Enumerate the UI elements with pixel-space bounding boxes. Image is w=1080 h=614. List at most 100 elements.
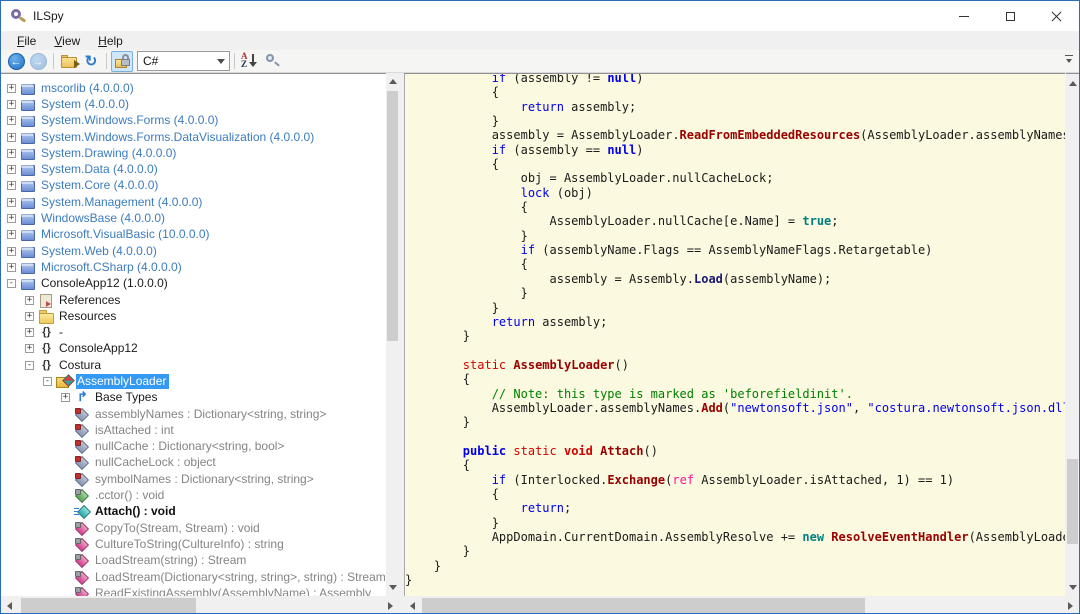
toolbar-overflow-button[interactable] [1063,53,1075,69]
tree-item[interactable]: -{}Costura [1,357,386,373]
tree-item-label: AssemblyLoader [76,374,169,389]
scroll-right-arrow[interactable] [1062,596,1079,614]
open-button[interactable] [58,51,80,72]
expander-toggle[interactable]: + [7,149,16,158]
menu-item-help[interactable]: Help [89,32,132,50]
tree-item-label: assemblyNames : Dictionary<string, strin… [94,407,329,422]
tree-item[interactable]: +References [1,292,386,308]
scroll-down-arrow[interactable] [386,579,399,596]
tree-item[interactable]: +↱Base Types [1,390,386,406]
tree-item[interactable]: +Microsoft.VisualBasic (10.0.0.0) [1,227,386,243]
code-line: } [405,329,1065,343]
tree-item[interactable]: - AssemblyLoader [1,373,386,389]
visibility-toggle-button[interactable] [111,51,133,72]
code-vscroll-thumb[interactable] [1067,459,1078,544]
tree-item[interactable]: .cctor() : void [1,487,386,503]
scroll-down-arrow[interactable] [1066,579,1079,596]
tree-item[interactable]: +System.Data (4.0.0.0) [1,161,386,177]
scroll-up-arrow[interactable] [1066,75,1079,92]
tree-item[interactable]: +Microsoft.CSharp (4.0.0.0) [1,259,386,275]
tree-item[interactable]: +WindowsBase (4.0.0.0) [1,210,386,226]
scroll-left-arrow[interactable] [1,596,18,614]
expander-toggle[interactable]: + [7,84,16,93]
assembly-icon [20,81,37,96]
toolbar-separator [234,53,235,69]
scroll-left-arrow[interactable] [404,596,421,614]
tree-item[interactable]: +System.Windows.Forms (4.0.0.0) [1,113,386,129]
tree-item[interactable]: symbolNames : Dictionary<string, string> [1,471,386,487]
method-icon [74,537,91,552]
code-horizontal-scrollbar[interactable] [404,596,1079,614]
menu-item-view[interactable]: View [45,32,89,50]
tree-hscroll-thumb[interactable] [21,598,196,613]
expander-toggle[interactable]: - [43,377,52,386]
tree-item[interactable]: LoadStream(Dictionary<string, string>, s… [1,569,386,585]
forward-button[interactable]: → [27,51,49,72]
menu-item-file[interactable]: File [8,32,45,50]
tree-item[interactable]: assemblyNames : Dictionary<string, strin… [1,406,386,422]
expander-toggle[interactable]: + [25,312,34,321]
expander-toggle[interactable]: + [25,328,34,337]
tree-horizontal-scrollbar[interactable] [1,596,399,614]
tree-item[interactable]: LoadStream(string) : Stream [1,553,386,569]
expander-toggle[interactable]: + [7,181,16,190]
tree-item[interactable]: nullCacheLock : object [1,455,386,471]
search-icon [264,53,280,69]
expander-toggle[interactable]: + [7,165,16,174]
tree-item-label: .cctor() : void [94,488,167,503]
expander-toggle[interactable]: + [7,247,16,256]
method-icon [74,553,91,568]
assembly-tree[interactable]: +mscorlib (4.0.0.0)+System (4.0.0.0)+Sys… [1,73,386,596]
code-line: } [405,573,1065,587]
tree-item[interactable]: nullCache : Dictionary<string, bool> [1,439,386,455]
tree-item[interactable]: +{}ConsoleApp12 [1,341,386,357]
expander-toggle[interactable]: - [7,279,16,288]
expander-toggle[interactable]: - [25,361,34,370]
tree-item[interactable]: CopyTo(Stream, Stream) : void [1,520,386,536]
expander-toggle[interactable]: + [25,344,34,353]
tree-item[interactable]: isAttached : int [1,422,386,438]
tree-item[interactable]: +mscorlib (4.0.0.0) [1,80,386,96]
expander-toggle[interactable]: + [7,263,16,272]
minimize-button[interactable] [941,1,987,31]
tree-item[interactable]: + Resources [1,308,386,324]
scroll-right-arrow[interactable] [382,596,399,614]
tree-item[interactable]: ReadExistingAssembly(AssemblyName) : Ass… [1,585,386,596]
tree-item[interactable]: +System.Core (4.0.0.0) [1,178,386,194]
close-button[interactable] [1033,1,1079,31]
code-view[interactable]: if (assembly != null) { return assembly;… [405,73,1065,587]
expander-toggle[interactable]: + [7,230,16,239]
tree-vscroll-thumb[interactable] [387,91,398,341]
tree-vertical-scrollbar[interactable] [386,73,399,596]
tree-item[interactable]: +System (4.0.0.0) [1,96,386,112]
language-select[interactable]: C# [137,51,230,71]
maximize-button[interactable] [987,1,1033,31]
expander-toggle[interactable]: + [7,116,16,125]
back-button[interactable]: ← [5,51,27,72]
expander-toggle[interactable]: + [61,393,70,402]
search-button[interactable] [261,51,283,72]
code-line: } [405,229,1065,243]
expander-toggle[interactable]: + [7,100,16,109]
tree-item[interactable]: -ConsoleApp12 (1.0.0.0) [1,276,386,292]
scroll-up-arrow[interactable] [386,73,399,90]
method-icon [74,521,91,536]
refresh-button[interactable]: ↻ [80,51,102,72]
tree-item[interactable]: +{}- [1,324,386,340]
expander-toggle[interactable]: + [7,133,16,142]
tree-item[interactable]: +System.Management (4.0.0.0) [1,194,386,210]
expander-toggle[interactable]: + [25,296,34,305]
expander-toggle[interactable]: + [7,214,16,223]
code-line: } [405,559,1065,573]
code-vertical-scrollbar[interactable] [1066,73,1079,596]
namespace-icon: {} [38,341,55,356]
expander-toggle[interactable]: + [7,198,16,207]
sort-button[interactable]: AZ [239,51,261,72]
tree-item[interactable]: +System.Drawing (4.0.0.0) [1,145,386,161]
tree-item[interactable]: Attach() : void [1,504,386,520]
tree-item-label: Resources [58,309,119,324]
code-hscroll-thumb[interactable] [422,598,865,613]
tree-item[interactable]: +System.Windows.Forms.DataVisualization … [1,129,386,145]
tree-item[interactable]: +System.Web (4.0.0.0) [1,243,386,259]
tree-item[interactable]: CultureToString(CultureInfo) : string [1,536,386,552]
